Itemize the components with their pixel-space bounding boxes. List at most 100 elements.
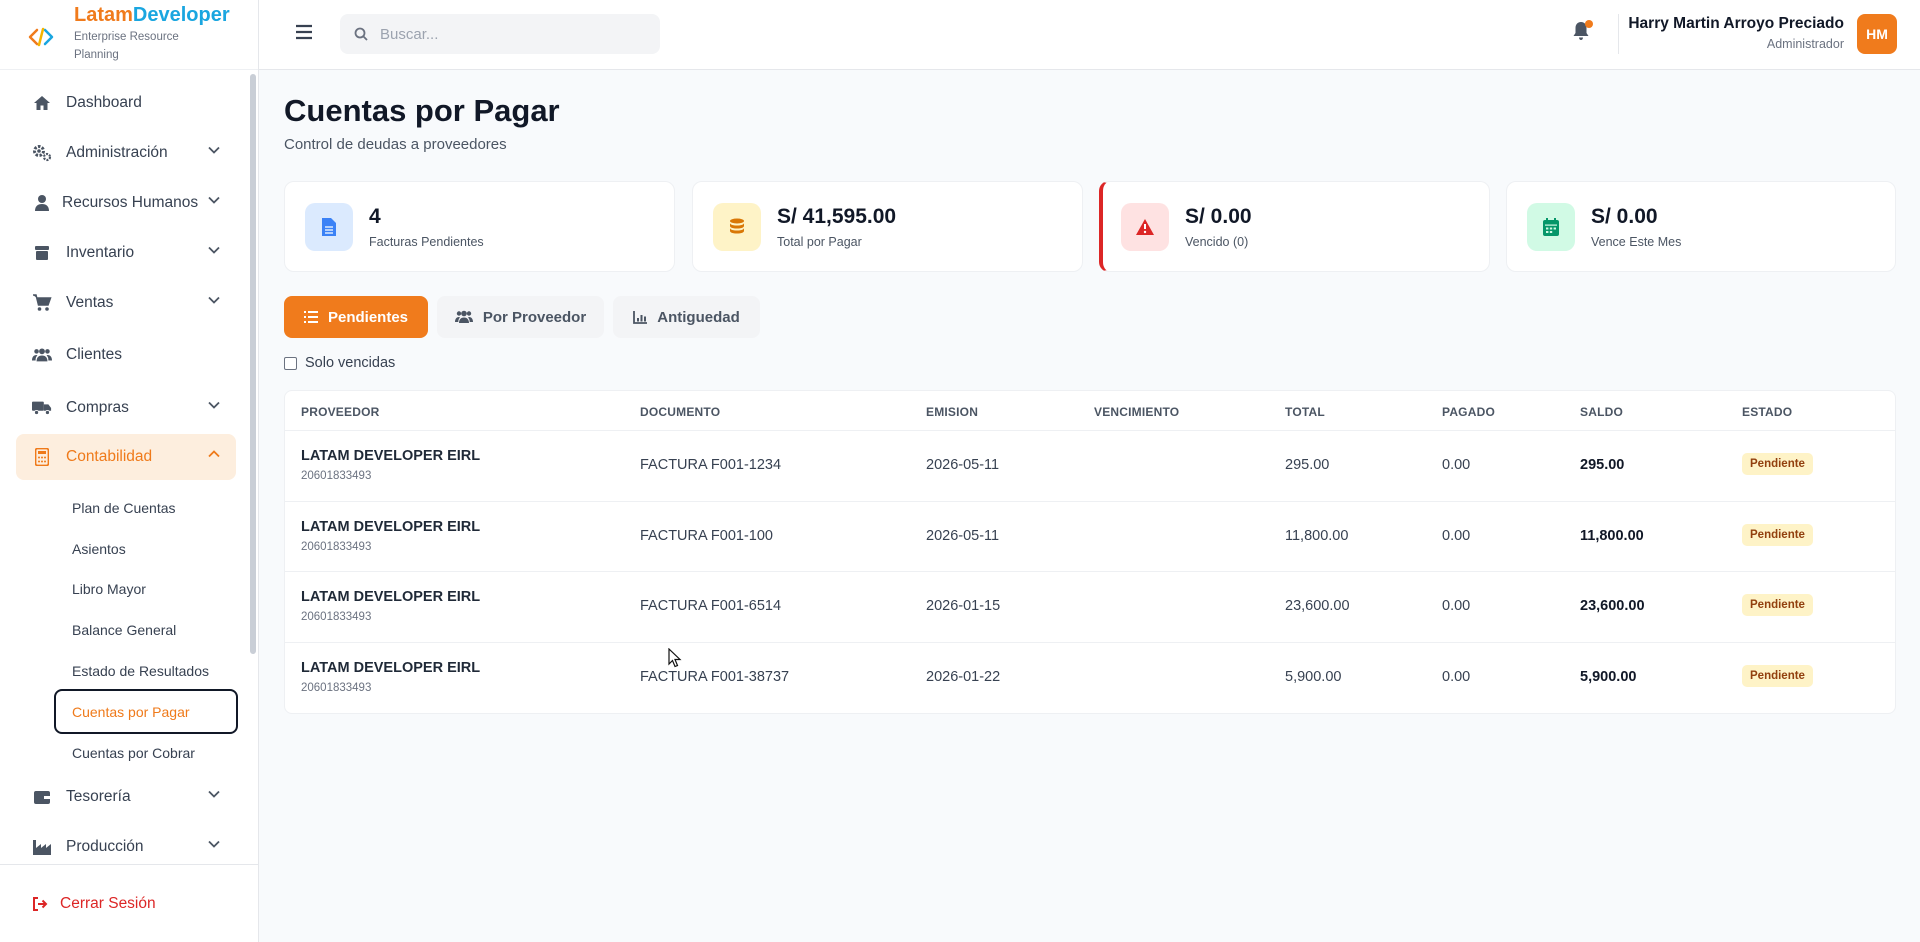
stat-label: Vencido (0) — [1185, 234, 1249, 249]
cell-documento: FACTURA F001-6514 — [640, 598, 782, 614]
mouse-cursor-icon — [668, 648, 682, 668]
sidebar-item-label: Ventas — [66, 294, 114, 311]
stat-value: S/ 41,595.00 — [777, 204, 897, 228]
sidebar-item-label: Contabilidad — [66, 448, 153, 465]
cell-emision: 2026-05-11 — [926, 527, 1000, 544]
search-input[interactable] — [380, 25, 640, 43]
cell-emision: 2026-01-22 — [926, 668, 1001, 685]
cell-emision: 2026-05-11 — [926, 457, 1000, 473]
solo-vencidas-checkbox[interactable] — [284, 356, 297, 370]
avatar[interactable]: HM — [1857, 14, 1897, 54]
logout-label: Cerrar Sesión — [60, 894, 156, 912]
chevron-down-icon — [208, 146, 220, 154]
header-vencimiento[interactable]: VENCIMIENTO — [1094, 405, 1179, 419]
header-documento[interactable]: DOCUMENTO — [640, 405, 720, 419]
industry-icon — [32, 838, 52, 856]
user-role: Administrador — [1766, 37, 1844, 51]
cell-proveedor: LATAM DEVELOPER EIRL — [301, 518, 481, 535]
sidebar-item-administracion[interactable]: Administración — [16, 130, 236, 176]
cell-total: 11,800.00 — [1285, 527, 1349, 544]
cell-saldo: 295.00 — [1580, 457, 1625, 473]
sidebar-scrollbar[interactable] — [250, 74, 256, 654]
brand-name: LatamDeveloper — [74, 4, 230, 26]
sidebar-item-clientes[interactable]: Clientes — [16, 332, 236, 378]
header-estado[interactable]: ESTADO — [1742, 405, 1792, 419]
sidebar-item-recursos-humanos[interactable]: Recursos Humanos — [16, 180, 236, 226]
menu-toggle-icon[interactable] — [295, 24, 313, 40]
sidebar-subitem-asientos[interactable]: Asientos — [72, 541, 126, 557]
brand[interactable]: LatamDeveloper Enterprise Resource Plann… — [0, 0, 258, 70]
stat-card-vencido: S/ 0.00 Vencido (0) — [1099, 181, 1490, 272]
payables-table: PROVEEDOR DOCUMENTO EMISION VENCIMIENTO … — [284, 390, 1896, 714]
list-icon — [303, 311, 318, 323]
brand-subtitle: Enterprise Resource Planning — [74, 31, 179, 61]
sidebar-item-contabilidad[interactable]: Contabilidad — [16, 434, 236, 480]
table-row[interactable]: LATAM DEVELOPER EIRL 20601833493 FACTURA… — [285, 572, 1895, 643]
cell-saldo: 11,800.00 — [1580, 527, 1644, 544]
chevron-up-icon — [208, 450, 220, 458]
tab-pendientes[interactable]: Pendientes — [284, 296, 428, 338]
header-proveedor[interactable]: PROVEEDOR — [301, 405, 379, 419]
home-icon — [32, 94, 52, 112]
stat-value: 4 — [369, 204, 381, 228]
table-row[interactable]: LATAM DEVELOPER EIRL 20601833493 FACTURA… — [285, 502, 1895, 572]
header-emision[interactable]: EMISION — [926, 405, 978, 419]
stat-value: S/ 0.00 — [1185, 204, 1252, 228]
search-icon — [354, 27, 368, 41]
sidebar-item-label: Compras — [66, 399, 129, 416]
cell-documento: FACTURA F001-38737 — [640, 668, 790, 685]
sidebar-subitem-cuentas-por-cobrar[interactable]: Cuentas por Cobrar — [72, 745, 195, 761]
chevron-down-icon — [208, 401, 220, 409]
status-badge: Pendiente — [1742, 664, 1813, 687]
sidebar-subitem-plan-de-cuentas[interactable]: Plan de Cuentas — [72, 500, 176, 516]
chevron-down-icon — [208, 840, 220, 848]
sidebar-subitem-libro-mayor[interactable]: Libro Mayor — [72, 581, 146, 597]
stat-label: Total por Pagar — [777, 234, 862, 249]
cart-icon — [32, 294, 52, 312]
sidebar-item-tesoreria[interactable]: Tesorería — [16, 774, 236, 820]
filter-solo-vencidas[interactable]: Solo vencidas — [284, 355, 395, 371]
table-row[interactable]: LATAM DEVELOPER EIRL 20601833493 FACTURA… — [285, 431, 1895, 502]
warning-icon — [1121, 202, 1169, 251]
sidebar-item-label: Producción — [66, 838, 144, 855]
sidebar-item-dashboard[interactable]: Dashboard — [16, 80, 236, 126]
cell-pagado: 0.00 — [1442, 457, 1471, 473]
topbar-divider — [1618, 14, 1619, 54]
sidebar-item-label: Dashboard — [66, 94, 142, 111]
header-total[interactable]: TOTAL — [1285, 405, 1325, 419]
table-row[interactable]: LATAM DEVELOPER EIRL 20601833493 FACTURA… — [285, 643, 1895, 714]
user-name[interactable]: Harry Martin Arroyo Preciado — [1628, 15, 1844, 33]
sidebar-item-inventario[interactable]: Inventario — [16, 230, 236, 276]
header-saldo[interactable]: SALDO — [1580, 405, 1623, 419]
status-badge: Pendiente — [1742, 453, 1813, 475]
sidebar-item-label: Clientes — [66, 346, 122, 363]
stat-card-facturas-pendientes: 4 Facturas Pendientes — [284, 181, 675, 272]
page-subtitle: Control de deudas a proveedores — [284, 136, 507, 153]
sidebar-item-compras[interactable]: Compras — [16, 385, 236, 431]
chevron-down-icon — [208, 790, 220, 798]
gears-icon — [32, 144, 52, 162]
logout-button[interactable]: Cerrar Sesión — [0, 864, 258, 942]
tab-por-proveedor[interactable]: Por Proveedor — [437, 296, 604, 338]
sidebar-item-ventas[interactable]: Ventas — [16, 280, 236, 326]
users-icon — [454, 310, 473, 323]
status-badge: Pendiente — [1742, 594, 1813, 616]
tab-label: Pendientes — [327, 308, 409, 326]
chevron-down-icon — [208, 296, 220, 304]
sidebar-item-label: Administración — [66, 144, 168, 161]
tab-antiguedad[interactable]: Antiguedad — [613, 296, 760, 338]
cell-documento: FACTURA F001-1234 — [640, 457, 782, 473]
page-title: Cuentas por Pagar — [284, 93, 560, 128]
sidebar-subitem-cuentas-por-pagar[interactable]: Cuentas por Pagar — [54, 689, 238, 734]
search-box — [340, 14, 660, 54]
sidebar-subitem-balance-general[interactable]: Balance General — [72, 622, 176, 638]
tab-label: Antiguedad — [657, 308, 740, 326]
header-pagado[interactable]: PAGADO — [1442, 405, 1495, 419]
wallet-icon — [32, 788, 52, 806]
cell-emision: 2026-01-15 — [926, 598, 1001, 614]
filter-label: Solo vencidas — [305, 355, 396, 371]
sidebar-subitem-estado-de-resultados[interactable]: Estado de Resultados — [72, 663, 209, 679]
notification-dot — [1585, 20, 1593, 28]
cell-ruc: 20601833493 — [301, 681, 372, 694]
chevron-down-icon — [208, 196, 220, 204]
